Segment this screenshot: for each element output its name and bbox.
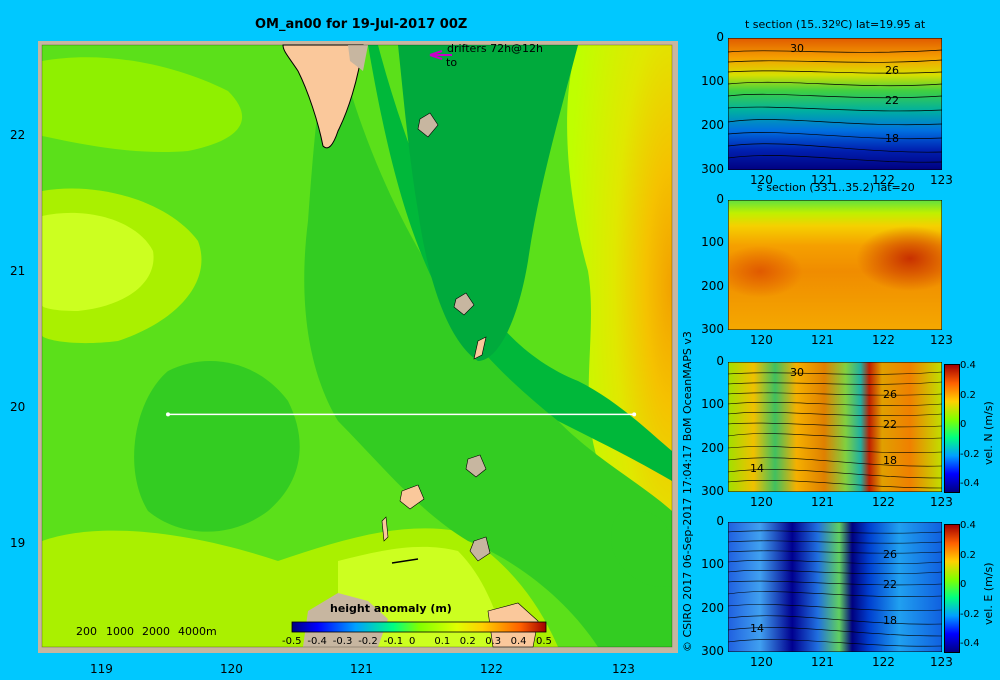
contour-label: 22 <box>885 94 899 107</box>
panel-2-y-tick: 300 <box>701 322 724 336</box>
map-x-tick: 120 <box>220 662 243 676</box>
panel-4-colorbar-tick: -0.2 <box>960 608 980 620</box>
contour-label: 18 <box>885 132 899 145</box>
panel-1-x-tick: 122 <box>872 173 895 187</box>
panel-1-x-tick: 120 <box>750 173 773 187</box>
panel-1-plot: 30 26 22 18 <box>728 38 942 170</box>
colorbar-tick: 0.4 <box>510 636 527 647</box>
panel-3-y-tick: 300 <box>701 484 724 498</box>
panel-4-x-tick: 123 <box>930 655 953 669</box>
panel-2-x-tick: 122 <box>872 333 895 347</box>
contour-label: 18 <box>883 614 897 627</box>
panel-4-colorbar <box>944 524 960 653</box>
panel-3-y-tick: 100 <box>701 397 724 412</box>
panel-2-y-tick: 0 <box>716 192 724 206</box>
panel-1-x-tick: 121 <box>811 173 834 187</box>
panel-4-y-tick: 0 <box>716 514 724 528</box>
colorbar-tick: 0 <box>409 636 416 647</box>
depth-legend-item: 1000 <box>106 625 134 638</box>
contour-label: 26 <box>883 548 897 561</box>
panel-3-x-tick: 122 <box>872 495 895 509</box>
panel-2-plot <box>728 200 942 330</box>
map-colorbar: height anomaly (m) -0.5 -0.4 -0.3 -0.2 -0.1 0… <box>282 600 552 652</box>
panel-1-y-tick: 300 <box>701 162 724 176</box>
depth-legend-item: 4000m <box>178 625 217 638</box>
panel-4-colorbar-tick: 0.2 <box>960 549 976 561</box>
depth-legend-item: 200 <box>76 625 97 638</box>
panel-2-x-tick: 123 <box>930 333 953 347</box>
panel-3-x-tick: 121 <box>811 495 834 509</box>
panel-3-plot: 30 26 22 18 14 <box>728 362 942 492</box>
panel-3-colorbar-tick: 0 <box>960 419 967 430</box>
panel-4-x-tick: 122 <box>872 655 895 669</box>
map-y-tick: 22 <box>10 128 26 142</box>
contour-label: 30 <box>790 42 804 55</box>
colorbar-tick: -0.2 <box>358 636 378 647</box>
map-y-tick: 19 <box>10 536 26 550</box>
map-plot <box>38 41 678 653</box>
panel-3-y-tick: 200 <box>701 440 724 455</box>
colorbar-tick: -0.3 <box>332 636 353 647</box>
panel-4-colorbar-tick: 0 <box>960 579 967 590</box>
contour-label: 18 <box>883 454 897 467</box>
contour-label: 26 <box>885 64 899 77</box>
colorbar-tick: 0.5 <box>536 636 552 647</box>
map-x-tick: 123 <box>612 662 635 676</box>
colorbar-tick: 0.3 <box>485 636 502 647</box>
panel-3-y-tick: 0 <box>716 354 724 368</box>
panel-2-x-tick: 121 <box>811 333 834 347</box>
contour-label: 22 <box>883 418 897 431</box>
panel-4-y-tick: 300 <box>701 644 724 658</box>
drifters-to-label: to <box>446 56 458 69</box>
contour-label: 30 <box>790 366 804 379</box>
panel-4-y-tick: 200 <box>701 600 724 615</box>
panel-3-colorbar-tick: -0.2 <box>960 448 980 460</box>
colorbar-tick: -0.4 <box>307 636 327 647</box>
panel-4-colorbar-tick: -0.4 <box>960 638 980 649</box>
map-y-tick: 21 <box>10 264 26 278</box>
colorbar-tick: -0.5 <box>282 636 302 647</box>
depth-legend-item: 2000 <box>142 625 170 638</box>
panel-4-colorbar-label: vel. E (m/s) <box>982 562 995 625</box>
panel-2-y-tick: 200 <box>701 278 724 293</box>
colorbar-tick: -0.1 <box>383 636 404 647</box>
panel-1-y-tick: 200 <box>701 118 724 132</box>
panel-3-colorbar-label: vel. N (m/s) <box>982 401 995 465</box>
panel-1-title: t section (15..32ºC) lat=19.95 at <box>745 18 926 31</box>
panel-3-x-tick: 120 <box>750 495 773 509</box>
map-x-tick: 122 <box>480 662 503 676</box>
contour-label: 26 <box>883 388 897 401</box>
panel-4-x-tick: 120 <box>750 655 773 669</box>
drifters-label: drifters 72h@12h <box>447 42 544 55</box>
map-title: OM_an00 for 19-Jul-2017 00Z <box>255 17 468 32</box>
panel-3-colorbar-tick: 0.2 <box>960 389 976 401</box>
panel-3-colorbar-tick: 0.4 <box>960 360 976 371</box>
panel-1-y-tick: 0 <box>716 30 724 44</box>
panel-1-y-tick: 100 <box>701 74 724 88</box>
panel-1-x-tick: 123 <box>930 173 953 187</box>
panel-2-y-tick: 100 <box>701 235 724 250</box>
panel-3-colorbar <box>944 364 960 493</box>
contour-label: 14 <box>750 462 764 475</box>
colorbar-title: height anomaly (m) <box>330 602 452 615</box>
map-x-tick: 121 <box>350 662 373 676</box>
contour-label: 14 <box>750 622 764 635</box>
panel-3-x-tick: 123 <box>930 495 953 509</box>
map-x-tick: 119 <box>90 662 113 676</box>
panel-2-x-tick: 120 <box>750 333 773 347</box>
colorbar-tick: 0.1 <box>434 636 451 647</box>
panel-3-colorbar-tick: -0.4 <box>960 478 980 489</box>
panel-4-y-tick: 100 <box>701 557 724 572</box>
panel-4-plot: 26 22 18 14 <box>728 522 942 652</box>
colorbar-tick: 0.2 <box>459 636 476 647</box>
credit-text: © CSIRO 2017 06-Sep-2017 17:04:17 BoM Oc… <box>681 331 694 652</box>
panel-4-colorbar-tick: 0.4 <box>960 520 976 531</box>
map-y-tick: 20 <box>10 400 26 414</box>
panel-4-x-tick: 121 <box>811 655 834 669</box>
contour-label: 22 <box>883 578 897 591</box>
